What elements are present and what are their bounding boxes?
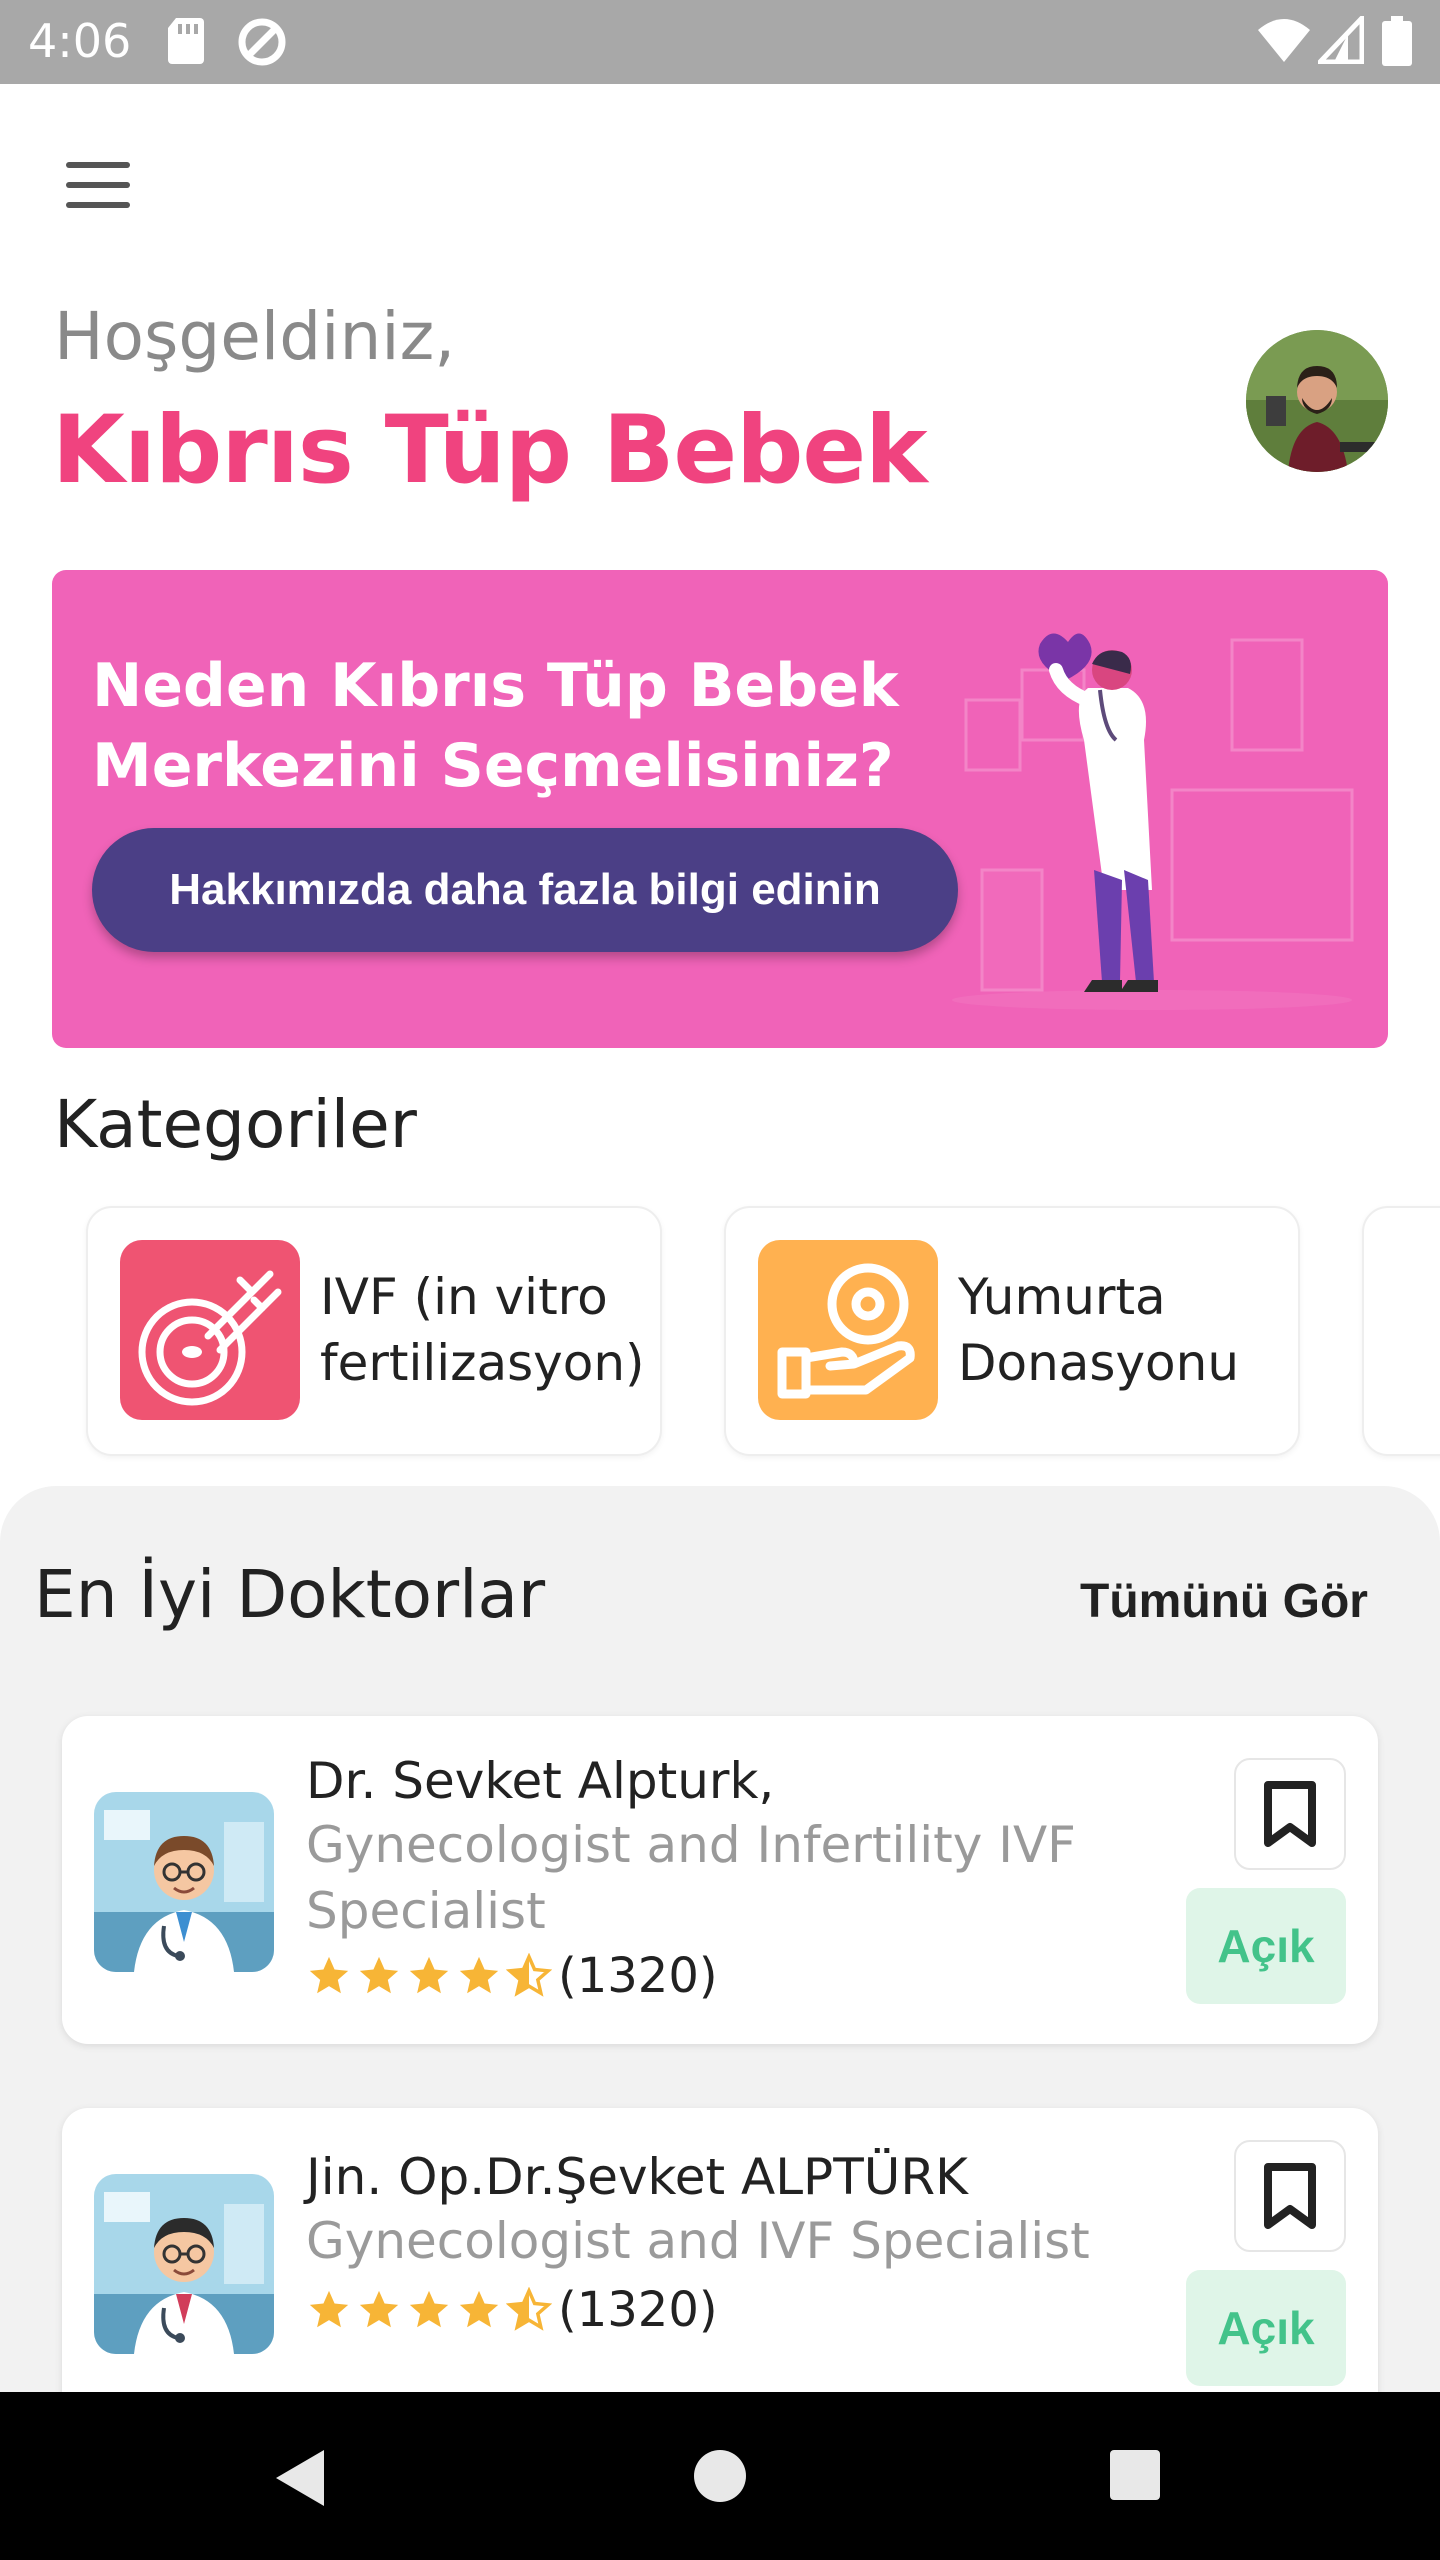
doctor-avatar (94, 2174, 274, 2354)
doctor-specialty: Gynecologist and IVF Specialist (306, 2212, 1090, 2270)
banner-title: Neden Kıbrıs Tüp Bebek Merkezini Seçmeli… (92, 651, 899, 801)
doctor-card[interactable]: Jin. Op.Dr.Şevket ALPTÜRK Gynecologist a… (62, 2108, 1378, 2438)
rating-stars: (1320) (306, 1948, 718, 2004)
wifi-icon (1258, 19, 1310, 62)
doctor-name: Dr. Sevket Alpturk, (306, 1752, 775, 1810)
bookmark-icon (1264, 2163, 1316, 2229)
doctor-specialty: Gynecologist and Infertility IVF Special… (306, 1816, 1076, 1940)
back-icon[interactable] (270, 2446, 330, 2510)
star-icon (409, 1956, 449, 1994)
bookmark-button[interactable] (1234, 1758, 1346, 1870)
review-count: (1320) (558, 1948, 718, 2004)
doctor-name: Jin. Op.Dr.Şevket ALPTÜRK (306, 2148, 968, 2206)
greeting-text: Hoşgeldiniz, (54, 298, 456, 375)
star-icon (359, 1956, 399, 1994)
star-icon (309, 2290, 349, 2328)
status-bar: 4:06 (0, 0, 1440, 84)
brand-title: Kıbrıs Tüp Bebek (52, 396, 928, 505)
half-star-icon (506, 2287, 552, 2331)
star-icon (359, 2290, 399, 2328)
star-icon (459, 1956, 499, 1994)
rating-stars: (1320) (306, 2282, 718, 2338)
open-status-badge: Açık (1186, 2270, 1346, 2386)
status-time: 4:06 (28, 14, 132, 68)
menu-button[interactable] (50, 150, 150, 220)
home-icon[interactable] (692, 2448, 748, 2504)
bookmark-button[interactable] (1234, 2140, 1346, 2252)
star-icon (409, 2290, 449, 2328)
categories-title: Kategoriler (54, 1086, 417, 1163)
profile-avatar[interactable] (1246, 330, 1388, 472)
bookmark-icon (1264, 1781, 1316, 1847)
see-all-link[interactable]: Tümünü Gör (1080, 1574, 1368, 1629)
category-card-egg-donation[interactable]: Yumurta Donasyonu (724, 1206, 1300, 1456)
promo-banner: Neden Kıbrıs Tüp Bebek Merkezini Seçmeli… (52, 570, 1388, 1048)
system-nav-bar (0, 2392, 1440, 2560)
egg-donation-icon (758, 1240, 938, 1420)
review-count: (1320) (558, 2282, 718, 2338)
sd-card-icon (168, 18, 204, 64)
open-status-badge: Açık (1186, 1888, 1346, 2004)
doctor-avatar (94, 1792, 274, 1972)
ivf-icon (120, 1240, 300, 1420)
star-icon (309, 1956, 349, 1994)
half-star-icon (506, 1953, 552, 1997)
category-card-partial[interactable] (1362, 1206, 1440, 1456)
recents-icon[interactable] (1108, 2448, 1162, 2502)
learn-more-button[interactable]: Hakkımızda daha fazla bilgi edinin (92, 828, 958, 952)
sync-icon (238, 18, 286, 66)
battery-icon (1382, 16, 1412, 66)
star-icon (459, 2290, 499, 2328)
signal-icon (1318, 16, 1364, 64)
category-label: IVF (in vitro fertilizasyon) (320, 1268, 645, 1392)
category-card-ivf[interactable]: IVF (in vitro fertilizasyon) (86, 1206, 662, 1456)
category-label: Yumurta Donasyonu (958, 1268, 1240, 1392)
doctors-title: En İyi Doktorlar (34, 1556, 546, 1633)
doctor-card[interactable]: Dr. Sevket Alpturk, Gynecologist and Inf… (62, 1716, 1378, 2044)
